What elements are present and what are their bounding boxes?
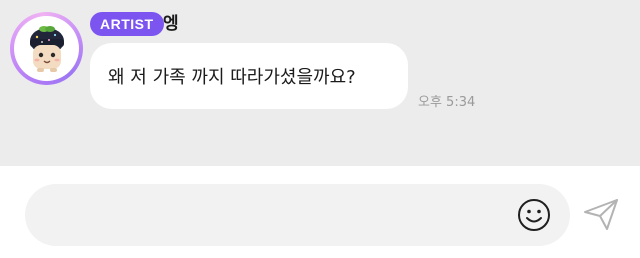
smiley-icon [518,199,550,231]
artist-badge: ARTIST [90,12,164,36]
message-text: 왜 저 가족 까지 따라가셨을까요? [108,67,356,88]
sender-name: 엥 [163,14,179,34]
message-timestamp: 오후 5:34 [418,95,476,110]
fan-character-avatar-icon [29,25,64,72]
message-input[interactable] [47,184,511,248]
message-bubble[interactable]: 왜 저 가족 까지 따라가셨을까요? [90,43,408,109]
paper-plane-icon [584,199,618,230]
message-composer [0,166,640,258]
send-button[interactable] [580,193,622,235]
emoji-button[interactable] [515,196,553,234]
chat-area: ARTIST 엥 왜 저 가족 까지 따라가셨을까요? 오후 5:34 [0,0,640,166]
avatar[interactable] [10,12,83,85]
message-input-container [25,184,570,248]
avatar-image [14,16,79,81]
